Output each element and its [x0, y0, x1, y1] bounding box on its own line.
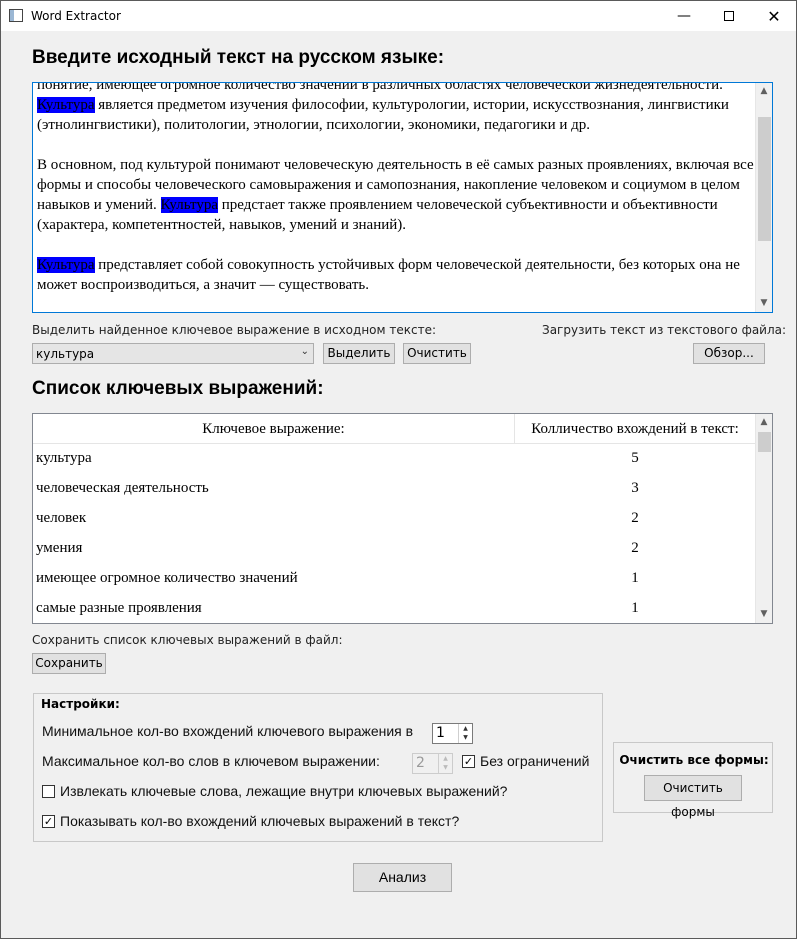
spin-arrows-icon[interactable]: ▲ ▼ [458, 724, 472, 743]
save-button[interactable]: Сохранить [32, 653, 106, 674]
clear-highlight-button[interactable]: Очистить [403, 343, 471, 364]
window-title: Word Extractor [31, 9, 121, 23]
source-p3-b: представляет собой совокупность устойчив… [37, 257, 740, 293]
checkmark-icon: ✓ [463, 755, 474, 768]
phrase-cell: умения [36, 540, 83, 556]
keywords-heading: Список ключевых выражений: [32, 378, 324, 399]
column-header-phrase[interactable]: Ключевое выражение: [33, 414, 515, 444]
min-occurrences-label: Минимальное кол-во вхождений ключевого в… [42, 723, 414, 739]
app-window: Word Extractor — ✕ Введите исходный текс… [0, 0, 797, 939]
nested-keywords-checkbox[interactable] [42, 785, 55, 798]
unlimited-label: Без ограничений [480, 753, 590, 769]
phrase-cell: человек [36, 510, 87, 526]
count-cell: 3 [631, 480, 639, 496]
highlighted-keyword: Культура [160, 197, 219, 213]
count-cell: 2 [631, 540, 639, 556]
count-cell: 5 [631, 450, 639, 466]
analyze-button[interactable]: Анализ [353, 863, 452, 892]
table-row[interactable]: самые разные проявления 1 [33, 593, 755, 623]
highlighted-keyword: Культура [37, 97, 95, 113]
scroll-up-icon[interactable]: ▲ [756, 414, 772, 431]
show-count-checkbox[interactable]: ✓ [42, 815, 55, 828]
keyword-select[interactable]: культура ⌄ [32, 343, 314, 364]
nested-keywords-label: Извлекать ключевые слова, лежащие внутри… [60, 783, 508, 799]
unlimited-checkbox[interactable]: ✓ [462, 755, 475, 768]
count-cell: 1 [631, 570, 639, 586]
count-cell: 2 [631, 510, 639, 526]
phrase-cell: имеющее огромное количество значений [36, 570, 298, 586]
settings-group: Настройки: Минимальное кол-во вхождений … [33, 693, 603, 842]
source-text-area[interactable]: понятие, имеющее огромное количество зна… [32, 82, 773, 313]
keywords-table[interactable]: Ключевое выражение: Колличество вхождени… [32, 413, 773, 624]
min-occurrences-spinbox[interactable]: 1 ▲ ▼ [432, 723, 473, 744]
max-words-label: Максимальное кол-во слов в ключевом выра… [42, 753, 380, 769]
app-window-icon [9, 9, 23, 22]
table-row[interactable]: культура 5 [33, 443, 755, 473]
source-p1-a: жизнедеятельности. [594, 82, 723, 93]
phrase-cell: самые разные проявления [36, 600, 202, 616]
phrase-cell: человеческая деятельность [36, 480, 209, 496]
select-button[interactable]: Выделить [323, 343, 395, 364]
spin-arrows-icon[interactable]: ▲ ▼ [438, 754, 452, 773]
source-text-content: понятие, имеющее огромное количество зна… [37, 82, 755, 312]
source-heading: Введите исходный текст на русском языке: [32, 47, 445, 68]
source-line-0: понятие, имеющее огромное количество зна… [37, 82, 591, 93]
load-label: Загрузить текст из текстового файла: [542, 323, 787, 337]
source-p1-b: является предметом изучения философии, к… [37, 97, 729, 133]
min-occurrences-value: 1 [436, 725, 445, 741]
max-words-spinbox[interactable]: 2 ▲ ▼ [412, 753, 453, 774]
scrollbar-thumb[interactable] [758, 432, 771, 452]
scrollbar-thumb[interactable] [758, 117, 771, 241]
show-count-label: Показывать кол-во вхождений ключевых выр… [60, 813, 460, 829]
highlighted-keyword: Культура [37, 257, 95, 273]
close-button[interactable]: ✕ [751, 1, 797, 31]
clear-all-title: Очистить все формы: [619, 753, 769, 767]
source-scrollbar[interactable]: ▲ ▼ [755, 83, 772, 312]
close-icon: ✕ [767, 6, 781, 26]
minimize-button[interactable]: — [661, 1, 707, 31]
clear-forms-button[interactable]: Очистить формы [644, 775, 742, 819]
browse-button[interactable]: Обзор... [693, 343, 765, 364]
table-row[interactable]: умения 2 [33, 533, 755, 563]
table-row[interactable]: человеческая деятельность 3 [33, 473, 755, 503]
title-bar: Word Extractor — ✕ [1, 1, 796, 31]
scroll-up-icon[interactable]: ▲ [756, 83, 772, 100]
minimize-icon: — [677, 8, 691, 24]
scroll-down-icon[interactable]: ▼ [756, 295, 772, 312]
column-header-count[interactable]: Колличество вхождений в текст: [515, 414, 755, 444]
settings-title: Настройки: [41, 697, 120, 711]
save-label: Сохранить список ключевых выражений в фа… [32, 633, 343, 647]
chevron-down-icon: ⌄ [300, 346, 309, 357]
table-row[interactable]: имеющее огромное количество значений 1 [33, 563, 755, 593]
count-cell: 1 [631, 600, 639, 616]
checkmark-icon: ✓ [43, 815, 54, 828]
table-scrollbar[interactable]: ▲ ▼ [755, 414, 772, 623]
maximize-icon [724, 11, 734, 21]
scroll-down-icon[interactable]: ▼ [756, 606, 772, 623]
max-words-value: 2 [416, 755, 425, 771]
table-row[interactable]: человек 2 [33, 503, 755, 533]
keyword-select-value: культура [36, 347, 95, 361]
maximize-button[interactable] [706, 1, 752, 31]
phrase-cell: культура [36, 450, 92, 466]
clear-all-group: Очистить все формы: Очистить формы [613, 742, 773, 819]
highlight-label: Выделить найденное ключевое выражение в … [32, 323, 437, 337]
